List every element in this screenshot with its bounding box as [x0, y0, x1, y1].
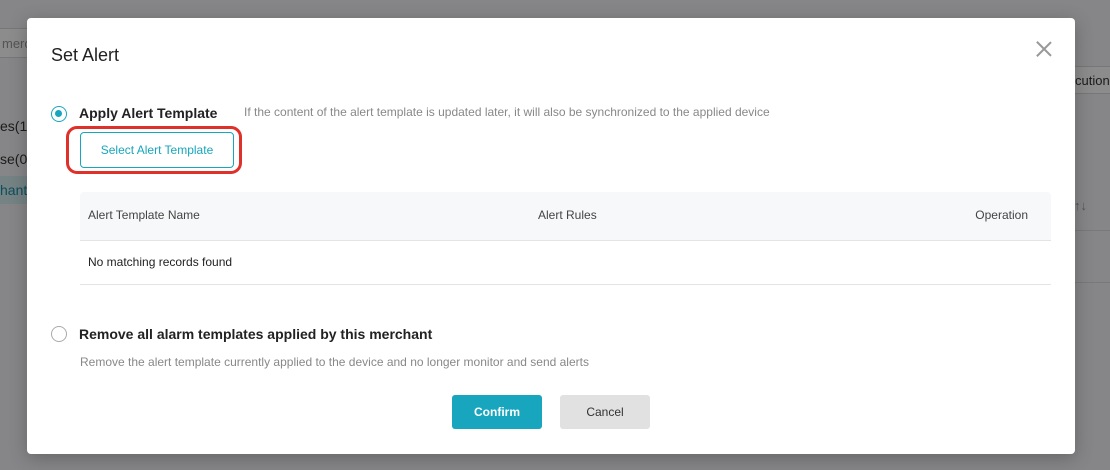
- empty-state-text: No matching records found: [88, 255, 233, 269]
- cancel-button[interactable]: Cancel: [560, 395, 650, 429]
- table-header: Alert Template Name Alert Rules Operatio…: [80, 192, 1051, 241]
- apply-template-radio[interactable]: [51, 106, 67, 122]
- confirm-button[interactable]: Confirm: [452, 395, 542, 429]
- apply-template-label[interactable]: Apply Alert Template: [79, 105, 217, 121]
- column-header-template-name: Alert Template Name: [88, 208, 200, 222]
- select-alert-template-button[interactable]: Select Alert Template: [80, 132, 234, 168]
- remove-templates-hint: Remove the alert template currently appl…: [80, 355, 589, 369]
- set-alert-dialog: Set Alert Apply Alert Template If the co…: [27, 18, 1075, 454]
- dialog-title: Set Alert: [51, 45, 120, 65]
- alert-template-table: Alert Template Name Alert Rules Operatio…: [80, 192, 1051, 285]
- remove-templates-radio[interactable]: [51, 326, 67, 342]
- close-icon[interactable]: [1035, 40, 1053, 58]
- column-header-alert-rules: Alert Rules: [538, 208, 597, 222]
- table-body: No matching records found: [80, 241, 1051, 285]
- apply-template-hint: If the content of the alert template is …: [244, 105, 770, 119]
- remove-templates-label[interactable]: Remove all alarm templates applied by th…: [79, 326, 432, 342]
- column-header-operation: Operation: [975, 208, 1028, 222]
